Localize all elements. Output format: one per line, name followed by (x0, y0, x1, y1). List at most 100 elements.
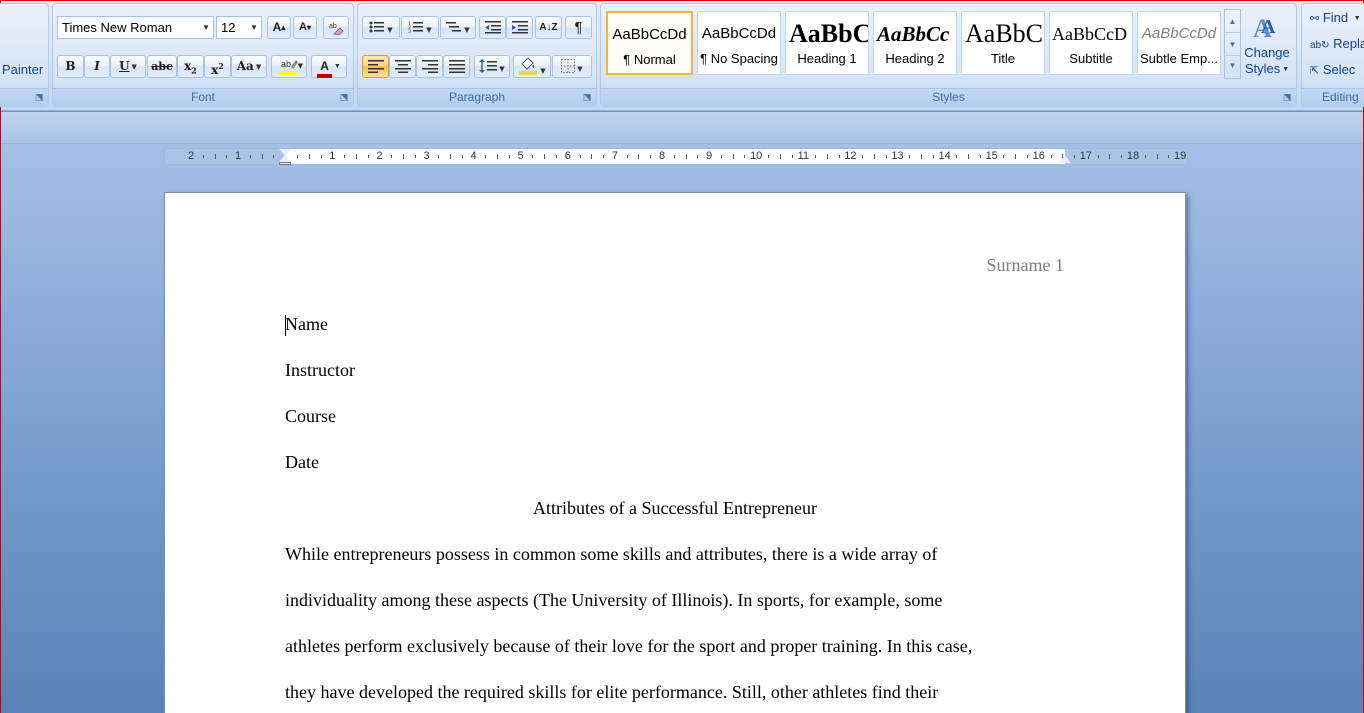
style-sample: AaBbCcDd (701, 25, 777, 42)
align-right-button[interactable] (416, 55, 443, 78)
ribbon: Painter ⬔ Times New Roman ▼ 12 ▼ A▴ A▾ a… (0, 1, 1364, 111)
numbering-button[interactable]: 1 2 3 ▼ (401, 16, 439, 39)
sort-button[interactable]: A↓Z (535, 16, 562, 39)
format-painter-button[interactable]: Painter (2, 62, 43, 77)
multilevel-list-button[interactable]: ▼ (440, 16, 476, 39)
svg-text:ab: ab (281, 59, 291, 69)
chevron-down-icon[interactable]: ▼ (577, 65, 582, 73)
gallery-more-icon[interactable]: ▼ (1225, 56, 1240, 79)
ruler-tick (367, 155, 369, 158)
replace-button[interactable]: ab↻ Repla (1310, 36, 1364, 51)
chevron-down-icon[interactable]: ▼ (499, 65, 504, 73)
ruler-number: 19 (1173, 150, 1187, 162)
align-center-button[interactable] (389, 55, 416, 78)
style-title[interactable]: AaBbC Title (961, 11, 1045, 75)
clear-formatting-button[interactable]: ab (323, 16, 349, 39)
ruler-tick (1144, 155, 1146, 158)
style-heading-2[interactable]: AaBbCc Heading 2 (873, 11, 957, 75)
ruler-number: 2 (376, 150, 383, 162)
ruler-tick (638, 154, 640, 159)
justify-button[interactable] (443, 55, 470, 78)
increase-indent-button[interactable] (506, 16, 533, 39)
style-no-spacing[interactable]: AaBbCcDd ¶ No Spacing (697, 11, 781, 75)
chevron-down-icon[interactable]: ▼ (1282, 66, 1289, 73)
find-button[interactable]: ⚯ Find ▼ (1310, 10, 1361, 25)
ruler-number: 2 (187, 150, 195, 162)
hanging-indent-marker[interactable] (279, 155, 291, 162)
font-name-combo[interactable]: Times New Roman ▼ (57, 16, 214, 39)
change-styles-label-2: Styles (1244, 61, 1281, 76)
ruler-tick (450, 154, 452, 159)
ruler-number: 7 (611, 150, 618, 162)
chevron-down-icon[interactable]: ▼ (1354, 15, 1361, 22)
underline-button[interactable]: U ▼ (110, 55, 146, 78)
subscript-button[interactable]: x2 (177, 55, 204, 78)
shrink-font-button[interactable]: A▾ (293, 16, 317, 39)
borders-button[interactable]: ▼ (552, 55, 592, 78)
italic-button[interactable]: I (84, 55, 110, 78)
decrease-indent-button[interactable] (479, 16, 506, 39)
ruler-tick (544, 154, 546, 159)
ruler-number: 10 (750, 150, 763, 162)
left-indent-marker[interactable] (279, 162, 291, 165)
gallery-scroll: ▲ ▼ ▼ (1224, 9, 1241, 79)
font-dialog-launcher-icon[interactable]: ⬔ (339, 93, 349, 103)
align-left-button[interactable] (362, 55, 389, 78)
style-normal[interactable]: AaBbCcDd ¶ Normal (606, 11, 693, 75)
chevron-down-icon[interactable]: ▼ (250, 17, 258, 38)
strikethrough-button[interactable]: abc (147, 55, 177, 78)
ruler-tick (1074, 155, 1076, 158)
chevron-down-icon[interactable]: ▼ (202, 17, 210, 38)
horizontal-ruler[interactable]: 2 1 1 2 3 4 5 6 7 8 9 10 11 12 13 14 15 16 17 18 19 (164, 148, 1188, 165)
ruler-tick (1109, 154, 1111, 159)
font-size-combo[interactable]: 12 ▼ (216, 16, 262, 39)
shading-button[interactable]: ▼ (513, 55, 551, 78)
multilevel-list-icon (446, 22, 462, 32)
ruler-number: 16 (1032, 150, 1045, 162)
gallery-scroll-down-icon[interactable]: ▼ (1225, 33, 1240, 56)
paragraph-dialog-launcher-icon[interactable]: ⬔ (582, 93, 592, 103)
ruler-tick (873, 154, 875, 159)
chevron-down-icon[interactable]: ▼ (298, 56, 303, 77)
ruler-number: 1 (329, 150, 336, 162)
document-page[interactable]: Surname 1 Name Instructor Course Date At… (164, 192, 1186, 713)
chevron-down-icon[interactable]: ▼ (334, 63, 341, 70)
font-size-value: 12 (221, 20, 236, 35)
ruler-tick (402, 154, 404, 159)
chevron-down-icon[interactable]: ▼ (426, 26, 431, 34)
line-spacing-button[interactable]: ▼ (474, 55, 510, 78)
right-indent-marker[interactable] (1059, 155, 1071, 163)
show-formatting-button[interactable]: ¶ (565, 16, 592, 39)
chevron-down-icon[interactable]: ▼ (540, 67, 545, 75)
grow-font-button[interactable]: A▴ (267, 16, 291, 39)
decrease-indent-icon (484, 21, 501, 34)
select-button[interactable]: ⇱ Selec (1310, 62, 1355, 77)
gallery-scroll-up-icon[interactable]: ▲ (1225, 10, 1240, 33)
clipboard-launcher-icon[interactable]: ⬔ (34, 93, 44, 103)
highlight-color-button[interactable]: ab ▼ (271, 55, 307, 78)
change-case-button[interactable]: Aa ▼ (231, 55, 267, 78)
ruler-tick (1097, 155, 1099, 158)
ruler-number: 4 (470, 150, 477, 162)
bold-button[interactable]: B (57, 55, 84, 78)
doc-body-line: individuality among these aspects (The U… (285, 590, 943, 610)
superscript-digit-icon: 2 (218, 61, 224, 71)
ruler-tick (909, 155, 911, 158)
ruler-number: 17 (1079, 150, 1093, 162)
style-heading-1[interactable]: AaBbC Heading 1 (785, 11, 869, 75)
chevron-down-icon[interactable]: ▼ (132, 62, 137, 71)
styles-dialog-launcher-icon[interactable]: ⬔ (1282, 93, 1292, 103)
font-color-button[interactable]: A ▼ (311, 55, 347, 78)
bullets-button[interactable]: ▼ (362, 16, 400, 39)
chevron-down-icon[interactable]: ▼ (256, 62, 261, 71)
ruler-number: 6 (564, 150, 571, 162)
style-subtitle[interactable]: AaBbCcD Subtitle (1049, 11, 1133, 75)
style-name: ¶ Normal (623, 52, 676, 67)
style-subtle-emphasis[interactable]: AaBbCcDd Subtle Emp... (1137, 11, 1221, 75)
chevron-down-icon[interactable]: ▼ (464, 26, 469, 34)
superscript-button[interactable]: x2 (204, 55, 231, 78)
ruler-tick (921, 154, 923, 159)
ruler-tick (767, 155, 769, 158)
change-styles-button[interactable]: A A Change Styles ▼ (1241, 10, 1293, 88)
chevron-down-icon[interactable]: ▼ (387, 26, 392, 34)
